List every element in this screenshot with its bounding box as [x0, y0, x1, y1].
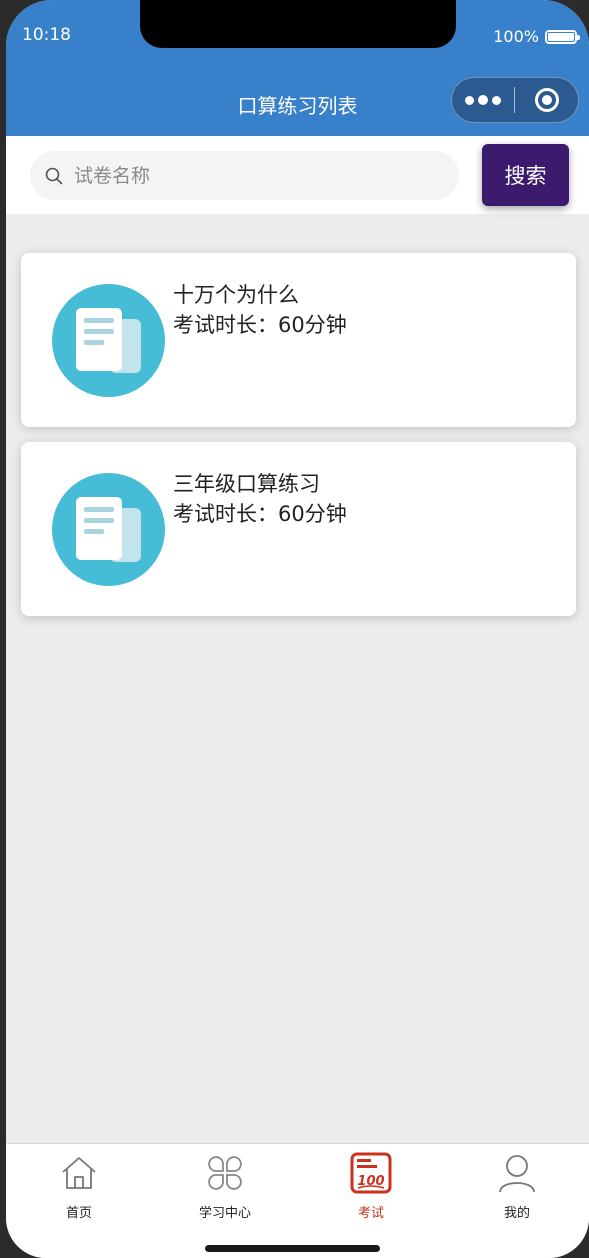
tab-mine[interactable]: 我的: [457, 1152, 577, 1221]
device-notch: [140, 0, 456, 48]
exam-duration: 考试时长：60分钟: [173, 313, 347, 337]
clover-icon: [165, 1152, 285, 1194]
exam-title: 三年级口算练习: [173, 472, 320, 496]
document-icon: [52, 284, 165, 397]
home-indicator: [205, 1245, 380, 1252]
search-bar: 搜索: [6, 136, 589, 214]
document-icon: [52, 473, 165, 586]
user-icon: [457, 1152, 577, 1194]
top-bar: 10:18 100% 口算练习列表: [6, 0, 589, 136]
tab-exam[interactable]: 100 考试: [311, 1152, 431, 1221]
miniprogram-capsule: [451, 77, 579, 123]
search-button[interactable]: 搜索: [482, 144, 569, 206]
exam-duration: 考试时长：60分钟: [173, 502, 347, 526]
search-box: [30, 151, 459, 200]
close-miniprogram-icon[interactable]: [515, 88, 578, 112]
exam-100-icon: 100: [311, 1152, 431, 1194]
search-input[interactable]: [72, 163, 436, 188]
tab-label: 考试: [357, 1206, 384, 1221]
tab-bar: 首页 学习中心 100 考试 我的: [6, 1143, 589, 1258]
tab-learning-center[interactable]: 学习中心: [165, 1152, 285, 1221]
battery-icon: [545, 29, 580, 44]
exam-card[interactable]: 三年级口算练习 考试时长：60分钟: [21, 442, 576, 616]
battery-percent: 100%: [493, 27, 539, 46]
exam-card[interactable]: 十万个为什么 考试时长：60分钟: [21, 253, 576, 427]
status-battery: 100%: [493, 27, 580, 46]
phone-screen: 10:18 100% 口算练习列表 搜索: [6, 0, 589, 1258]
tab-label: 首页: [65, 1206, 92, 1221]
tab-label: 我的: [503, 1206, 530, 1221]
exam-list: 十万个为什么 考试时长：60分钟 三年级口算练习 考试时长：60分钟: [21, 253, 576, 631]
more-icon[interactable]: [452, 95, 514, 105]
exam-title: 十万个为什么: [173, 283, 299, 307]
tab-label: 学习中心: [198, 1206, 251, 1221]
search-icon: [44, 166, 64, 186]
home-icon: [19, 1152, 139, 1194]
tab-home[interactable]: 首页: [19, 1152, 139, 1221]
status-time: 10:18: [22, 25, 71, 45]
